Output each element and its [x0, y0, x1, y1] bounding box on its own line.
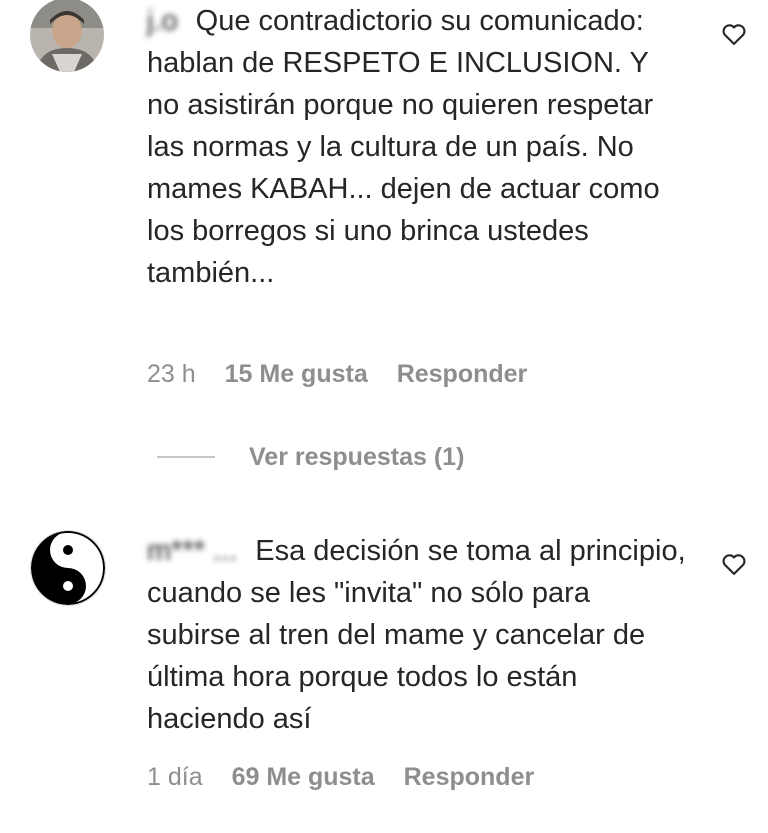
view-replies-label: Ver respuestas (1) [249, 442, 465, 471]
comment-likes[interactable]: 69 Me gusta [232, 763, 375, 791]
divider-line [157, 456, 215, 458]
avatar[interactable] [30, 530, 106, 606]
reply-button[interactable]: Responder [404, 763, 535, 791]
yin-yang-icon [31, 531, 105, 605]
comment-meta: 23 h 15 Me gusta Responder [147, 360, 549, 389]
comment-body: m*** ... Esa decisión se toma al principi… [147, 530, 687, 740]
reply-button[interactable]: Responder [397, 360, 528, 388]
comment-meta: 1 día 69 Me gusta Responder [147, 763, 556, 792]
comment-likes[interactable]: 15 Me gusta [225, 360, 368, 388]
comment-text: Que contradictorio su comunicado: hablan… [147, 5, 660, 289]
comment-username[interactable]: j.o [147, 0, 178, 42]
comment-username[interactable]: m*** ... [147, 530, 237, 572]
comment-body: j.o Que contradictorio su comunicado: hab… [147, 0, 687, 294]
heart-icon[interactable] [720, 20, 748, 48]
heart-icon[interactable] [720, 550, 748, 578]
view-replies-button[interactable]: Ver respuestas (1) [157, 437, 464, 477]
comment-time[interactable]: 23 h [147, 360, 196, 388]
comment-time[interactable]: 1 día [147, 763, 203, 791]
avatar[interactable] [30, 0, 104, 72]
person-photo-avatar-icon [30, 0, 104, 72]
